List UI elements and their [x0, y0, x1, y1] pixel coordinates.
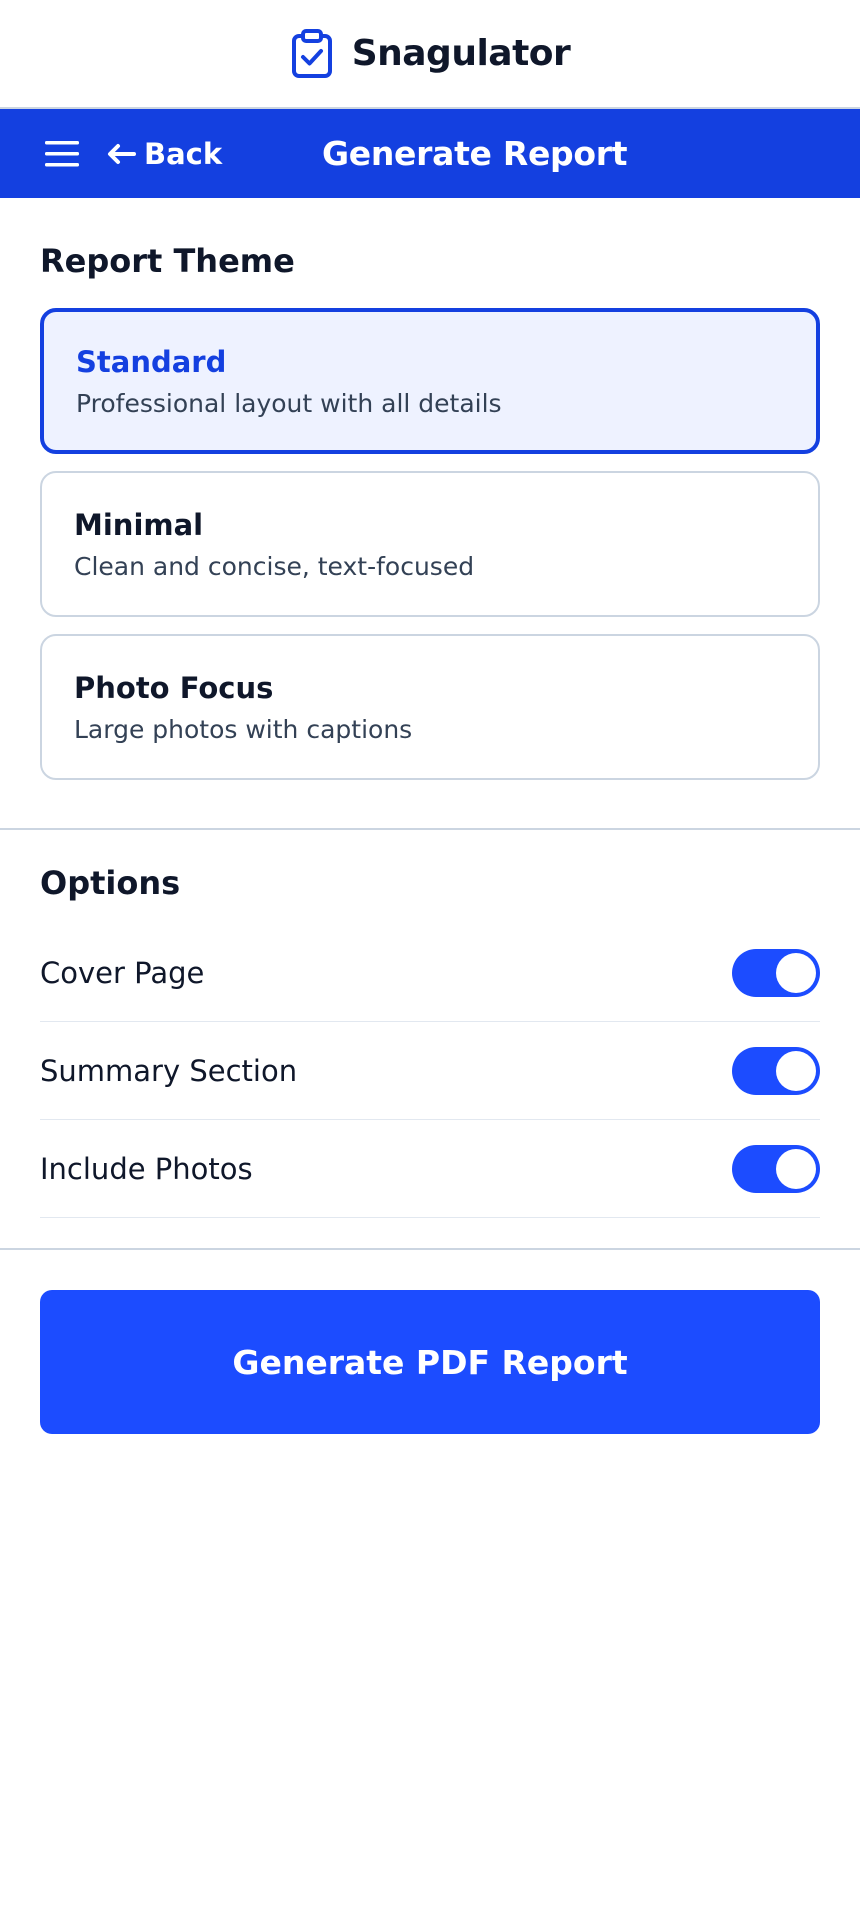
brand: Snagulator: [290, 28, 571, 79]
menu-button[interactable]: [44, 136, 80, 172]
theme-option-name: Standard: [76, 344, 227, 379]
toggle-knob: [776, 1148, 816, 1189]
app-name: Snagulator: [351, 33, 571, 74]
option-label: Summary Section: [40, 1053, 298, 1088]
hamburger-menu-icon: [45, 140, 79, 168]
include-photos-toggle[interactable]: [732, 1144, 820, 1193]
theme-option-description: Large photos with captions: [74, 714, 413, 744]
option-row-cover-page: Cover Page: [40, 924, 820, 1022]
back-button[interactable]: Back: [106, 137, 222, 171]
option-label: Cover Page: [40, 955, 205, 990]
clipboard-check-icon: [290, 28, 334, 79]
theme-option-photo-focus[interactable]: Photo Focus Large photos with captions: [40, 634, 820, 780]
option-row-include-photos: Include Photos: [40, 1120, 820, 1218]
options-section: Options Cover Page Summary Section Inclu…: [0, 830, 860, 1250]
toggle-knob: [776, 1050, 816, 1091]
theme-option-description: Professional layout with all details: [76, 388, 502, 418]
theme-option-standard[interactable]: Standard Professional layout with all de…: [40, 308, 820, 454]
generate-pdf-report-button[interactable]: Generate PDF Report: [40, 1290, 820, 1434]
page-title: Generate Report: [322, 134, 628, 173]
toggle-knob: [776, 952, 816, 993]
summary-section-toggle[interactable]: [732, 1046, 820, 1095]
back-label: Back: [144, 136, 223, 171]
report-theme-section: Report Theme Standard Professional layou…: [0, 198, 860, 830]
theme-option-minimal[interactable]: Minimal Clean and concise, text-focused: [40, 471, 820, 617]
theme-option-name: Photo Focus: [74, 670, 274, 705]
option-label: Include Photos: [40, 1151, 253, 1186]
theme-option-name: Minimal: [74, 507, 204, 542]
options-title: Options: [40, 864, 181, 902]
app-header: Snagulator: [0, 0, 860, 109]
cover-page-toggle[interactable]: [732, 948, 820, 997]
nav-bar: Back Generate Report: [0, 109, 860, 198]
theme-option-description: Clean and concise, text-focused: [74, 551, 475, 581]
report-theme-title: Report Theme: [40, 242, 295, 280]
option-row-summary-section: Summary Section: [40, 1022, 820, 1120]
action-area: Generate PDF Report: [0, 1250, 860, 1434]
arrow-left-icon: [106, 142, 136, 166]
